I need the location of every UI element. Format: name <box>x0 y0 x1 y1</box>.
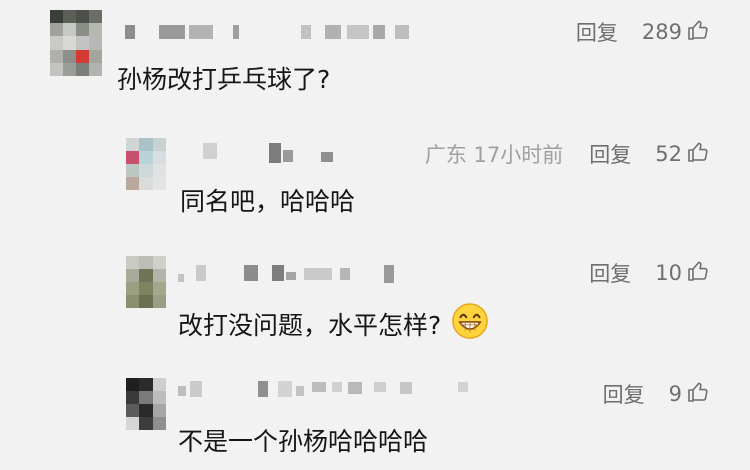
username-redacted[interactable] <box>203 142 343 164</box>
thumbs-up-icon <box>682 140 710 169</box>
avatar[interactable] <box>126 256 166 308</box>
thumbs-up-icon <box>682 18 710 47</box>
comment-text: 改打没问题，水平怎样? <box>178 302 489 346</box>
comment-text: 孙杨改打乒乓球了? <box>117 65 331 94</box>
grinning-face-emoji-icon <box>451 302 489 346</box>
comment-text: 同名吧，哈哈哈 <box>180 187 356 216</box>
like-count: 9 <box>668 382 682 406</box>
avatar[interactable] <box>126 378 166 430</box>
like-button[interactable]: 9 <box>669 380 710 409</box>
reply-button[interactable]: 回复 <box>603 379 645 409</box>
comment-meta: 回复 10 <box>589 258 710 288</box>
location-time: 广东 17小时前 <box>424 143 564 167</box>
reply-button[interactable]: 回复 <box>589 258 631 288</box>
username-redacted[interactable] <box>178 380 478 402</box>
reply-button[interactable]: 回复 <box>576 17 618 47</box>
comment-meta: 回复 289 <box>576 17 710 47</box>
avatar[interactable] <box>126 138 166 190</box>
username-redacted[interactable] <box>125 24 415 40</box>
like-count: 52 <box>655 142 682 166</box>
comment-meta: 广东 17小时前 回复 52 <box>425 139 710 169</box>
comment-item: 广东 17小时前 回复 52 同名吧，哈哈哈 <box>0 128 750 228</box>
avatar[interactable] <box>50 10 102 76</box>
comment-text: 不是一个孙杨哈哈哈哈 <box>178 427 429 456</box>
like-count: 10 <box>655 261 682 285</box>
like-count: 289 <box>641 20 682 44</box>
thumbs-up-icon <box>682 259 710 288</box>
like-button[interactable]: 52 <box>655 140 710 169</box>
comment-item: 回复 10 改打没问题，水平怎样? <box>0 248 750 348</box>
username-redacted[interactable] <box>178 264 398 286</box>
comment-meta: 回复 9 <box>603 379 710 409</box>
comment-item: 回复 289 孙杨改打乒乓球了? <box>0 0 750 100</box>
like-button[interactable]: 10 <box>655 259 710 288</box>
thumbs-up-icon <box>682 380 710 409</box>
reply-button[interactable]: 回复 <box>589 139 631 169</box>
like-button[interactable]: 289 <box>642 18 710 47</box>
comment-item: 回复 9 不是一个孙杨哈哈哈哈 <box>0 368 750 468</box>
